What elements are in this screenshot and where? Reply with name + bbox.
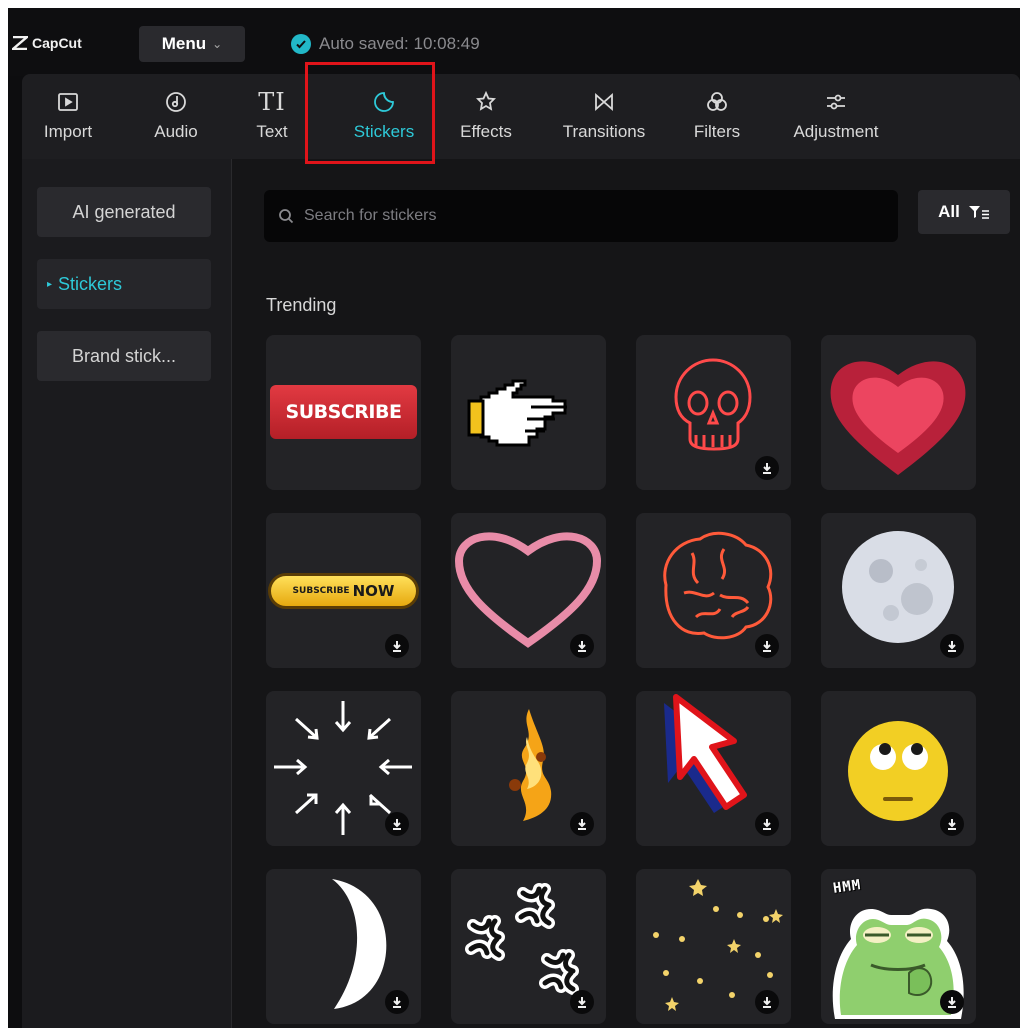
download-icon[interactable] [940, 990, 964, 1014]
top-bar: CapCut Menu ⌄ Auto saved: 10:08:49 [8, 8, 1020, 76]
effects-icon [474, 88, 498, 116]
sticker-pink-outline-heart[interactable] [451, 513, 606, 668]
tab-text[interactable]: TI Text [242, 74, 302, 159]
triangle-right-icon: ▸ [47, 278, 53, 290]
sticker-gold-stars[interactable] [636, 869, 791, 1024]
sticker-neon-brain[interactable] [636, 513, 791, 668]
sticker-grid: SUBSCRIBE SUBSCRIBE NOW HMM [266, 335, 986, 1035]
download-icon[interactable] [755, 812, 779, 836]
audio-icon [164, 88, 188, 116]
menu-label: Menu [161, 34, 207, 53]
stickers-tab-highlight [305, 62, 435, 164]
sidebar-item-ai-generated[interactable]: AI generated [37, 187, 211, 237]
adjustment-icon [824, 88, 848, 116]
sticker-arrows-burst[interactable] [266, 691, 421, 846]
brand-name: CapCut [32, 35, 82, 51]
search-input[interactable] [304, 207, 864, 225]
section-title-trending: Trending [266, 295, 337, 315]
download-icon[interactable] [940, 812, 964, 836]
tab-transitions[interactable]: Transitions [544, 74, 664, 159]
sticker-red-cursor-arrow[interactable] [636, 691, 791, 846]
sticker-full-moon[interactable] [821, 513, 976, 668]
check-circle-icon [291, 34, 311, 54]
filter-label: All [938, 202, 960, 221]
capcut-logo-icon [12, 36, 28, 50]
tab-effects[interactable]: Effects [446, 74, 526, 159]
sticker-subscribe-button[interactable]: SUBSCRIBE [266, 335, 421, 490]
capcut-logo: CapCut [12, 30, 82, 56]
sticker-pixel-pointing-hand[interactable] [451, 335, 606, 490]
download-icon[interactable] [385, 990, 409, 1014]
download-icon[interactable] [940, 634, 964, 658]
subscribe-text: SUBSCRIBE [270, 385, 417, 439]
tab-filters[interactable]: Filters [682, 74, 752, 159]
import-icon [56, 88, 80, 116]
download-icon[interactable] [385, 634, 409, 658]
pixel-hand-art [467, 379, 567, 447]
download-icon[interactable] [755, 634, 779, 658]
sticker-rolling-eyes-emoji[interactable] [821, 691, 976, 846]
download-icon[interactable] [755, 456, 779, 480]
transitions-icon [592, 88, 616, 116]
sidebar-item-stickers[interactable]: ▸ Stickers [37, 259, 211, 309]
filter-button[interactable]: All [918, 190, 1010, 234]
capcut-window: CapCut Menu ⌄ Auto saved: 10:08:49 Impor… [8, 8, 1020, 1028]
search-icon [279, 209, 294, 224]
download-icon[interactable] [570, 634, 594, 658]
sticker-fire-explosion[interactable] [451, 691, 606, 846]
filter-icon [968, 206, 989, 219]
subscribe-now-text: SUBSCRIBE NOW [268, 573, 419, 609]
tool-tabs: Import Audio TI Text Stickers Effects Tr… [22, 74, 1020, 159]
sidebar-item-brand-stickers[interactable]: Brand stick... [37, 331, 211, 381]
tab-adjustment[interactable]: Adjustment [774, 74, 898, 159]
sticker-crescent-moon[interactable] [266, 869, 421, 1024]
sticker-subscribe-now[interactable]: SUBSCRIBE NOW [266, 513, 421, 668]
sticker-category-sidebar: AI generated ▸ Stickers Brand stick... [22, 159, 232, 1028]
text-icon: TI [258, 88, 286, 116]
autosave-text: Auto saved: 10:08:49 [319, 34, 480, 53]
sticker-glowing-heart[interactable] [821, 335, 976, 490]
download-icon[interactable] [385, 812, 409, 836]
glowing-heart-art [830, 361, 966, 475]
search-bar[interactable] [264, 190, 898, 242]
download-icon[interactable] [755, 990, 779, 1014]
sticker-anger-symbols[interactable] [451, 869, 606, 1024]
sticker-hmm-frog[interactable]: HMM [821, 869, 976, 1024]
menu-button[interactable]: Menu ⌄ [139, 26, 245, 62]
tab-audio[interactable]: Audio [138, 74, 214, 159]
autosave-status: Auto saved: 10:08:49 [291, 30, 480, 58]
filters-icon [705, 88, 729, 116]
download-icon[interactable] [570, 812, 594, 836]
tab-import[interactable]: Import [30, 74, 106, 159]
sticker-neon-skull[interactable] [636, 335, 791, 490]
download-icon[interactable] [570, 990, 594, 1014]
stickers-panel: All Trending SUBSCRIBE [232, 159, 1020, 1028]
chevron-down-icon: ⌄ [212, 37, 223, 51]
